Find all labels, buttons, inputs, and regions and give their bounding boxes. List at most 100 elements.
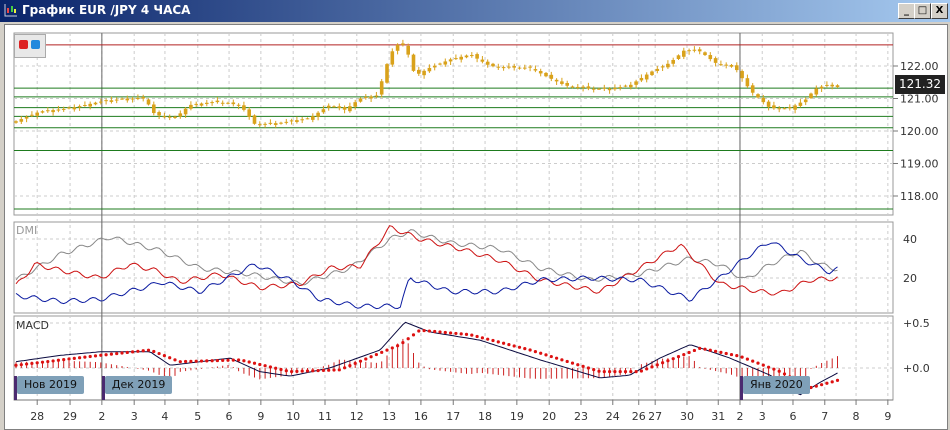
price-axis-label: 118.00 bbox=[900, 190, 939, 203]
signal-dot bbox=[486, 337, 490, 341]
signal-dot bbox=[40, 360, 45, 364]
candle-body bbox=[417, 69, 421, 74]
candle-body bbox=[475, 54, 479, 59]
candle-body bbox=[72, 107, 77, 110]
candle-body bbox=[120, 98, 124, 100]
signal-dot bbox=[618, 370, 622, 374]
color-toggle-group bbox=[14, 34, 46, 58]
candle-body bbox=[220, 102, 225, 104]
dmi-line-minus-di bbox=[15, 242, 838, 310]
candle-body bbox=[284, 121, 289, 123]
signal-dot bbox=[613, 370, 617, 374]
signal-dot bbox=[676, 355, 681, 359]
candle-body bbox=[385, 64, 389, 83]
macd-axis-label: +0.0 bbox=[903, 362, 930, 375]
signal-dot bbox=[380, 350, 384, 354]
candle-body bbox=[88, 103, 92, 107]
candle-body bbox=[252, 115, 257, 124]
candle-body bbox=[454, 58, 458, 60]
current-price-badge: 121.32 bbox=[895, 75, 945, 94]
x-tick-label: 9 bbox=[884, 410, 891, 423]
candle-body bbox=[650, 71, 654, 76]
candle-body bbox=[639, 77, 644, 81]
candle-body bbox=[538, 71, 543, 74]
candle-body bbox=[607, 88, 612, 91]
dmi-label: DMI bbox=[16, 224, 37, 237]
candle-body bbox=[295, 120, 299, 122]
candle-body bbox=[332, 106, 336, 108]
signal-dot bbox=[528, 348, 532, 352]
signal-dot bbox=[210, 359, 214, 363]
candle-body bbox=[750, 85, 755, 93]
candle-body bbox=[745, 78, 750, 87]
candle-body bbox=[533, 69, 538, 71]
candle-body bbox=[364, 96, 368, 98]
signal-dot bbox=[136, 349, 140, 353]
signal-dot bbox=[263, 364, 267, 368]
signal-dot bbox=[592, 368, 596, 372]
signal-dot bbox=[226, 358, 230, 362]
candle-body bbox=[644, 74, 649, 80]
x-tick-label: 17 bbox=[446, 410, 460, 423]
candle-body bbox=[448, 59, 453, 62]
candle-body bbox=[61, 108, 66, 110]
signal-dot bbox=[512, 344, 516, 348]
candle-body bbox=[51, 110, 55, 113]
dmi-axis-label: 40 bbox=[903, 233, 917, 246]
candle-body bbox=[554, 79, 559, 82]
x-tick-label: 7 bbox=[821, 410, 828, 423]
x-tick-label: 13 bbox=[382, 410, 396, 423]
candle-body bbox=[24, 116, 29, 119]
signal-dot bbox=[438, 330, 442, 334]
candle-body bbox=[268, 122, 273, 124]
signal-dot bbox=[25, 362, 29, 366]
signal-dot bbox=[443, 330, 447, 335]
signal-dot bbox=[353, 361, 357, 365]
candle-body bbox=[231, 102, 236, 105]
x-tick-label: 2 bbox=[736, 410, 743, 423]
candle-body bbox=[358, 98, 363, 102]
candle-body bbox=[825, 84, 829, 86]
candle-body bbox=[777, 108, 781, 110]
signal-dot bbox=[666, 359, 670, 363]
signal-dot bbox=[46, 359, 50, 364]
x-tick-label: 16 bbox=[414, 410, 428, 423]
candle-body bbox=[114, 99, 119, 101]
candle-body bbox=[236, 104, 241, 106]
blue-color-button[interactable] bbox=[31, 40, 40, 49]
candle-body bbox=[761, 97, 766, 103]
candle-body bbox=[480, 59, 485, 62]
candle-body bbox=[194, 103, 198, 105]
candle-body bbox=[570, 86, 575, 88]
signal-dot bbox=[242, 359, 246, 363]
candle-body bbox=[30, 114, 34, 116]
candle-body bbox=[634, 81, 638, 85]
signal-dot bbox=[279, 367, 283, 372]
signal-dot bbox=[475, 334, 479, 339]
candle-body bbox=[300, 119, 304, 121]
signal-dot bbox=[162, 354, 166, 358]
signal-dot bbox=[698, 346, 702, 351]
signal-dot bbox=[237, 358, 241, 362]
candle-body bbox=[623, 85, 628, 87]
signal-dot bbox=[639, 369, 644, 373]
signal-dot bbox=[825, 381, 829, 385]
candle-body bbox=[814, 88, 819, 95]
candle-body bbox=[162, 116, 167, 118]
candle-body bbox=[390, 51, 395, 65]
signal-dot bbox=[602, 370, 606, 374]
signal-dot bbox=[268, 365, 272, 369]
x-tick-label: 26 bbox=[632, 410, 646, 423]
candle-body bbox=[99, 101, 103, 103]
signal-dot bbox=[390, 346, 394, 350]
candle-body bbox=[560, 81, 564, 84]
signal-dot bbox=[215, 358, 219, 363]
signal-dot bbox=[406, 337, 410, 341]
red-color-button[interactable] bbox=[19, 40, 28, 49]
signal-dot bbox=[629, 370, 633, 374]
signal-dot bbox=[772, 367, 776, 371]
candle-body bbox=[353, 102, 357, 107]
candle-body bbox=[724, 64, 728, 66]
candle-body bbox=[692, 49, 697, 51]
chart-canvas[interactable]: 28 29 2 3 4 5 6 9 10 11 12 13 16 17 18 19 20 23 24 26 27 30 31… bbox=[0, 0, 950, 430]
